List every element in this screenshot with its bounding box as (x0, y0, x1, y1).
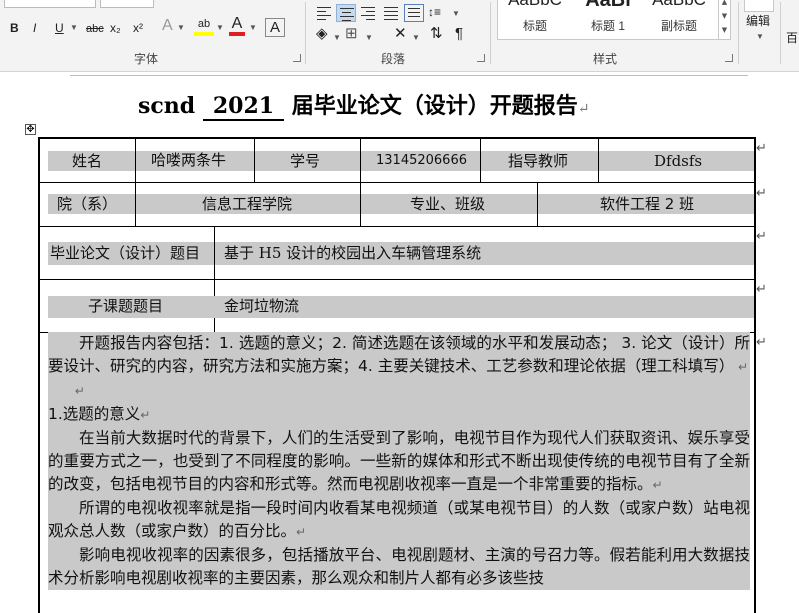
thesis-topic-value[interactable]: 基于 H5 设计的校园出入车辆管理系统 (224, 243, 481, 263)
table-row-divider (40, 226, 756, 227)
name-label[interactable]: 姓名 (72, 151, 102, 171)
styles-scroll[interactable]: ▲ ▼ ▼ (718, 0, 730, 39)
distributed-align-icon[interactable] (404, 4, 424, 22)
font-color-button[interactable]: A (229, 16, 245, 36)
styles-dialog-launcher[interactable] (725, 54, 733, 62)
highlight-button[interactable]: ab (194, 16, 214, 36)
italic-button[interactable]: I (33, 20, 36, 36)
line-spacing-icon[interactable]: ↕≡ (428, 4, 441, 20)
content-paragraph-2[interactable]: 所谓的电视收视率就是指一段时间内收看某电视频道（或某电视节目）的人数（或家户数）… (48, 497, 750, 544)
style-item-subtitle[interactable]: AaBbC 副标题 (644, 0, 714, 34)
table-row-divider (40, 279, 756, 280)
truncated-group-label: 百 (786, 31, 799, 45)
department-label[interactable]: 院（系） (57, 194, 117, 214)
borders-icon[interactable]: ⊞ (345, 26, 358, 42)
paragraph-dialog-launcher[interactable] (477, 54, 485, 62)
text-effects-button[interactable]: A (162, 18, 173, 34)
report-table: 姓名 哈喽两条牛 学号 13145206666 指导教师 Dfdsfs 院（系）… (38, 137, 756, 613)
sort-icon[interactable]: ⇅ (430, 26, 443, 42)
ribbon-toolbar: B I U ▼ abc x₂ x² A ▼ ab ▼ A ▼ A 字体 ↕≡ ▼… (0, 0, 799, 72)
column-divider (360, 182, 361, 226)
content-paragraph-1[interactable]: 在当前大数据时代的背景下，人们的生活受到了影响，电视节目作为现代人们获取资讯、娱… (48, 427, 750, 497)
column-divider (598, 139, 599, 182)
row-end-mark: ↵ (756, 282, 767, 297)
find-icon[interactable] (744, 0, 774, 12)
title-prefix: scnd (138, 93, 196, 119)
group-separator (305, 2, 306, 64)
row-end-mark: ↵ (756, 141, 767, 156)
row-end-mark: ↵ (756, 229, 767, 244)
thesis-topic-label[interactable]: 毕业论文（设计）题目 (50, 243, 200, 263)
content-paragraph-3[interactable]: 影响电视收视率的因素很多，包括播放平台、电视剧题材、主演的号召力等。假若能利用大… (48, 544, 750, 590)
advisor-value[interactable]: Dfdsfs (654, 151, 702, 171)
font-color-dropdown-icon[interactable]: ▼ (249, 20, 257, 36)
subscript-button[interactable]: x₂ (110, 20, 121, 36)
subtopic-label[interactable]: 子课题题目 (88, 296, 163, 316)
column-divider (135, 182, 136, 226)
group-separator (780, 2, 781, 64)
column-divider (360, 139, 361, 182)
subtopic-value[interactable]: 金坷垃物流 (224, 296, 299, 316)
character-border-button[interactable]: A (265, 18, 285, 37)
content-intro[interactable]: 开题报告内容包括：1. 选题的意义；2. 简述选题在该领域的水平和发展动态； 3… (48, 332, 750, 379)
column-divider (537, 182, 538, 226)
student-id-value[interactable]: 13145206666 (376, 151, 467, 171)
superscript-button[interactable]: x² (133, 20, 143, 36)
department-value[interactable]: 信息工程学院 (202, 194, 292, 214)
paragraph-group-label: 段落 (381, 52, 406, 66)
table-move-handle-icon[interactable]: ✥ (25, 124, 36, 135)
style-item-heading-1[interactable]: AaBl 标题 1 (573, 0, 643, 34)
align-left-icon[interactable] (314, 4, 334, 22)
advisor-label[interactable]: 指导教师 (508, 151, 568, 171)
column-divider (135, 139, 136, 182)
font-dialog-launcher[interactable] (293, 54, 301, 62)
group-separator (738, 2, 739, 64)
title-suffix: 届毕业论文（设计）开题报告 (291, 93, 578, 119)
asian-layout-dropdown-icon[interactable]: ▼ (412, 30, 420, 46)
editing-dropdown-icon[interactable]: ▼ (756, 29, 764, 45)
align-right-icon[interactable] (358, 4, 378, 22)
font-size-dropdown[interactable] (100, 0, 154, 8)
document-title[interactable]: scnd 2021 届毕业论文（设计）开题报告↵ (138, 88, 590, 121)
styles-group-label: 样式 (593, 52, 618, 66)
styles-gallery[interactable]: AaBbC 标题 AaBl 标题 1 AaBbC 副标题 ▲▼▼ (497, 0, 731, 40)
editing-button[interactable]: 编辑 (746, 13, 770, 29)
shading-icon[interactable]: ◈ (316, 26, 328, 42)
borders-dropdown-icon[interactable]: ▼ (365, 30, 373, 46)
font-name-dropdown[interactable] (4, 0, 96, 8)
asian-layout-icon[interactable]: ✕ (394, 26, 407, 42)
title-year: 2021 (202, 93, 285, 121)
bold-button[interactable]: B (10, 20, 19, 36)
underline-button[interactable]: U (55, 20, 64, 36)
group-separator (490, 2, 491, 64)
major-class-label[interactable]: 专业、班级 (410, 194, 485, 214)
strikethrough-button[interactable]: abc (86, 21, 104, 37)
text-effects-dropdown-icon[interactable]: ▼ (177, 20, 185, 36)
line-spacing-dropdown-icon[interactable]: ▼ (452, 6, 460, 22)
row-end-mark: ↵ (756, 335, 767, 350)
student-id-label[interactable]: 学号 (290, 151, 320, 171)
underline-dropdown-icon[interactable]: ▼ (70, 20, 78, 36)
font-group-label: 字体 (134, 52, 159, 66)
row-end-mark: ↵ (756, 186, 767, 201)
major-class-value[interactable]: 软件工程 2 班 (600, 194, 694, 214)
shading-dropdown-icon[interactable]: ▼ (333, 30, 341, 46)
page-top-margin-line (70, 75, 748, 76)
column-divider (480, 139, 481, 182)
table-row-divider (40, 182, 756, 183)
highlight-dropdown-icon[interactable]: ▼ (216, 20, 224, 36)
paragraph-mark-icon: ↵ (577, 101, 590, 117)
justify-icon[interactable] (381, 4, 401, 22)
name-value[interactable]: 哈喽两条牛 (151, 150, 226, 170)
section-heading-1[interactable]: 1.选题的意义↵ (48, 403, 750, 427)
paragraph-mark-icon[interactable]: ¶ (455, 26, 463, 42)
report-content-body[interactable]: 开题报告内容包括：1. 选题的意义；2. 简述选题在该领域的水平和发展动态； 3… (48, 332, 750, 590)
style-item-heading[interactable]: AaBbC 标题 (500, 0, 570, 34)
column-divider (254, 139, 255, 182)
align-center-icon[interactable] (336, 4, 356, 22)
blank-line[interactable]: ↵ (48, 379, 750, 403)
